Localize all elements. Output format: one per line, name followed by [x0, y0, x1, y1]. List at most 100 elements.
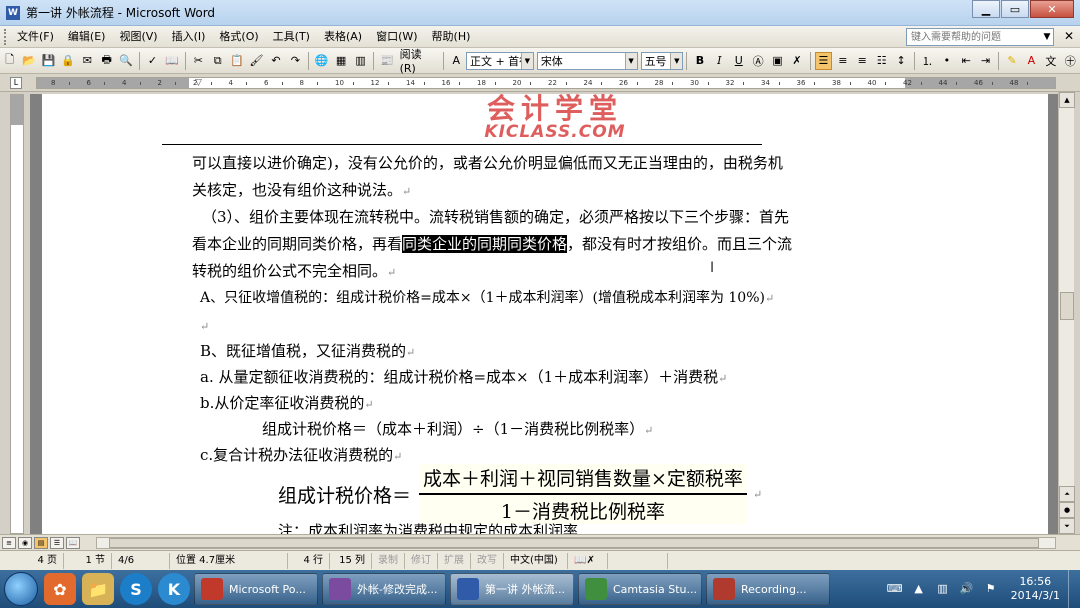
empty-line[interactable]: ↵ — [200, 312, 209, 340]
status-page-of[interactable]: 4/6 — [112, 552, 170, 569]
font-color-icon[interactable]: A — [1023, 52, 1040, 70]
security-app-icon[interactable]: ✿ — [44, 573, 76, 605]
text-line[interactable]: A、只征收增值税的：组成计税价格=成本×（1＋成本利润率）(增值税成本利润率为 … — [200, 285, 774, 312]
style-combo[interactable]: 正文 + 首行 ▼ — [465, 51, 534, 70]
tax-formula[interactable]: 组成计税价格＝ 成本＋利润＋视同销售数量×定额税率 1－消费税比例税率 ↵ — [278, 464, 762, 524]
cut-icon[interactable]: ✂ — [190, 52, 207, 70]
save-icon[interactable]: 💾 — [40, 52, 57, 70]
print-preview-icon[interactable]: 🔍 — [117, 52, 134, 70]
undo-icon[interactable]: ↶ — [267, 52, 284, 70]
text-line[interactable]: 可以直接以进价确定)，没有公允价的，或者公允价明显偏低而又无正当理由的，由税务机 — [192, 150, 783, 177]
copy-icon[interactable]: ⧉ — [209, 52, 226, 70]
help-search-input[interactable] — [906, 28, 1054, 46]
format-painter-icon[interactable]: 🖌 — [248, 52, 265, 70]
menu-tools[interactable]: 工具(T) — [266, 27, 317, 47]
menu-help[interactable]: 帮助(H) — [425, 27, 478, 47]
tab-selector-icon[interactable]: L — [10, 77, 22, 89]
status-column[interactable]: 15 列 — [330, 552, 372, 569]
flag-icon[interactable]: ⚑ — [983, 581, 999, 597]
minimize-button[interactable]: ▁ — [972, 0, 1000, 18]
scroll-thumb[interactable] — [1060, 292, 1074, 320]
highlight-icon[interactable]: ✎ — [1003, 52, 1020, 70]
font-size-combo[interactable]: 五号 ▼ — [640, 51, 684, 70]
prev-page-icon[interactable]: ⏶ — [1059, 486, 1075, 502]
status-track-changes[interactable]: 修订 — [405, 552, 438, 569]
character-scale-icon[interactable]: ✗ — [788, 52, 805, 70]
document-page[interactable]: 会计学堂 KICLASS.COM 可以直接以进价确定)，没有公允价的，或者公允价… — [42, 94, 1048, 534]
next-page-icon[interactable]: ⏷ — [1059, 518, 1075, 534]
vertical-scrollbar[interactable]: ▲ ⏶ ● ⏷ — [1058, 92, 1075, 534]
help-dropdown-icon[interactable]: ▼ — [1040, 28, 1054, 46]
status-record-macro[interactable]: 录制 — [372, 552, 405, 569]
keyboard-icon[interactable]: ⌨ — [887, 581, 903, 597]
menu-edit[interactable]: 编辑(E) — [61, 27, 113, 47]
outline-view-icon[interactable]: ☰ — [50, 536, 64, 549]
bold-button[interactable]: B — [691, 52, 708, 70]
chevron-down-icon[interactable]: ▼ — [624, 52, 637, 69]
menu-file[interactable]: 文件(F) — [10, 27, 61, 47]
web-view-icon[interactable]: ◉ — [18, 536, 32, 549]
distributed-icon[interactable]: ☷ — [873, 52, 890, 70]
text-line[interactable]: 看本企业的同期同类价格，再看同类企业的同期同类价格，都没有时才按组价。而且三个流 — [192, 231, 792, 258]
text-line[interactable]: 注：成本利润率为消费税中规定的成本利润率 — [278, 518, 578, 534]
enclose-characters-icon[interactable]: ㊉ — [1062, 52, 1079, 70]
text-line[interactable]: 关核定，也没有组价这种说法。↵ — [192, 177, 411, 205]
open-folder-icon[interactable]: 📂 — [20, 52, 37, 70]
menu-insert[interactable]: 插入(I) — [165, 27, 213, 47]
status-language[interactable]: 中文(中国) — [504, 552, 568, 569]
align-justify-icon[interactable]: ☰ — [814, 51, 833, 70]
text-line[interactable]: 转税的组价公式不完全相同。↵ — [192, 258, 396, 286]
task-camtasia[interactable]: Camtasia Stu... — [578, 573, 702, 605]
task-powerpoint[interactable]: Microsoft Po... — [194, 573, 318, 605]
line-spacing-icon[interactable]: ↕ — [892, 52, 909, 70]
text-line[interactable]: a. 从量定额征收消费税的：组成计税价格=成本×（1＋成本利润率）＋消费税↵ — [200, 364, 727, 392]
k-app-icon[interactable]: K — [158, 573, 190, 605]
text-line[interactable]: b.从价定率征收消费税的↵ — [200, 390, 374, 418]
status-position[interactable]: 位置 4.7厘米 — [170, 552, 288, 569]
vertical-ruler[interactable] — [10, 94, 24, 534]
styles-pane-icon[interactable]: A — [448, 52, 465, 70]
reading-view-icon[interactable]: 📖 — [66, 536, 80, 549]
text-line[interactable]: B、既征增值税，又征消费税的↵ — [200, 338, 415, 366]
align-center-icon[interactable]: ≡ — [834, 52, 851, 70]
menu-view[interactable]: 视图(V) — [112, 27, 164, 47]
email-icon[interactable]: ✉ — [79, 52, 96, 70]
task-recording[interactable]: Recording... — [706, 573, 830, 605]
text-line[interactable]: 组成计税价格＝（成本＋利润）÷（1－消费税比例税率）↵ — [262, 416, 653, 444]
chevron-down-icon[interactable]: ▼ — [520, 52, 533, 69]
table-icon[interactable]: ▦ — [332, 52, 349, 70]
menu-table[interactable]: 表格(A) — [317, 27, 369, 47]
menu-format[interactable]: 格式(O) — [212, 27, 265, 47]
font-combo[interactable]: 宋体 ▼ — [536, 51, 638, 70]
chevron-down-icon[interactable]: ▼ — [670, 52, 683, 69]
selected-text[interactable]: 同类企业的同期同类价格 — [402, 235, 568, 253]
permission-icon[interactable]: 🔒 — [59, 52, 76, 70]
hscroll-thumb[interactable] — [109, 538, 1039, 548]
character-border-icon[interactable]: Ⓐ — [749, 52, 766, 70]
print-view-icon[interactable]: ▤ — [34, 536, 48, 549]
numbering-icon[interactable]: ⒈ — [919, 52, 936, 70]
redo-icon[interactable]: ↷ — [287, 52, 304, 70]
scroll-up-icon[interactable]: ▲ — [1059, 92, 1075, 108]
document-close-icon[interactable]: ✕ — [1064, 29, 1074, 43]
status-page[interactable]: 4 页 — [0, 552, 64, 569]
normal-view-icon[interactable]: ≡ — [2, 536, 16, 549]
clock[interactable]: 16:56 2014/3/1 — [1011, 575, 1060, 603]
volume-icon[interactable]: 🔊 — [959, 581, 975, 597]
paste-icon[interactable]: 📋 — [228, 52, 245, 70]
status-extend[interactable]: 扩展 — [438, 552, 471, 569]
underline-button[interactable]: U — [730, 52, 747, 70]
bullets-icon[interactable]: • — [938, 52, 955, 70]
read-mode-icon[interactable]: 📰 — [378, 52, 395, 70]
browse-object-icon[interactable]: ● — [1059, 502, 1075, 518]
character-shading-icon[interactable]: ▣ — [769, 52, 786, 70]
columns-icon[interactable]: ▥ — [352, 52, 369, 70]
phonetic-guide-icon[interactable]: 文 — [1042, 52, 1059, 70]
maximize-button[interactable]: ▭ — [1001, 0, 1029, 18]
horizontal-scrollbar[interactable] — [96, 537, 1056, 549]
start-button[interactable] — [4, 572, 38, 606]
hyperlink-icon[interactable]: 🌐 — [313, 52, 330, 70]
text-line[interactable]: （3）、组价主要体现在流转税中。流转税销售额的确定，必须严格按以下三个步骤：首先 — [202, 204, 789, 231]
s-app-icon[interactable]: S — [120, 573, 152, 605]
folder-icon[interactable]: 📁 — [82, 573, 114, 605]
